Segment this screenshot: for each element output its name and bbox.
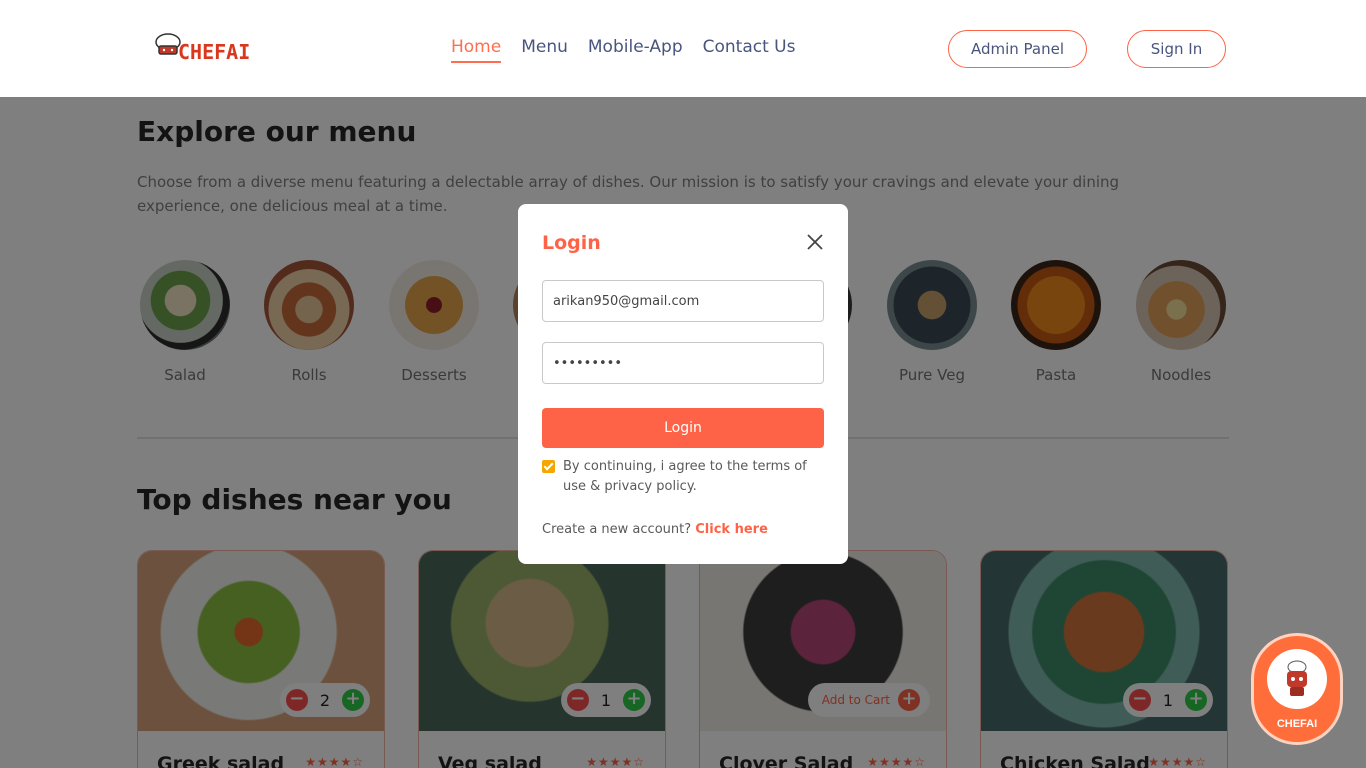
nav-mobile-app[interactable]: Mobile-App (588, 37, 683, 63)
sign-in-button[interactable]: Sign In (1127, 30, 1226, 68)
create-account-text: Create a new account? (542, 522, 692, 537)
login-button[interactable]: Login (542, 408, 824, 448)
chef-bot-icon (1267, 649, 1327, 709)
nav-home[interactable]: Home (451, 37, 502, 63)
login-modal: Login Login By continuing, i agree to th… (518, 204, 848, 564)
close-icon[interactable] (805, 232, 825, 252)
terms-text: By continuing, i agree to the terms of u… (563, 459, 807, 494)
terms-row: By continuing, i agree to the terms of u… (542, 457, 824, 497)
email-field[interactable] (542, 280, 824, 322)
logo-text: CHEFAI (178, 40, 251, 64)
main-nav: Home Menu Mobile-App Contact Us (451, 37, 796, 63)
nav-contact-us[interactable]: Contact Us (703, 37, 796, 63)
admin-panel-button[interactable]: Admin Panel (948, 30, 1087, 68)
nav-menu[interactable]: Menu (521, 37, 568, 63)
terms-checkbox[interactable] (542, 460, 555, 473)
create-account-link[interactable]: Click here (695, 522, 768, 537)
navbar: CHEFAI Home Menu Mobile-App Contact Us A… (0, 0, 1366, 97)
login-title: Login (542, 232, 601, 254)
chat-label: CHEFAI (1276, 718, 1318, 730)
password-field[interactable] (542, 342, 824, 384)
chefai-logo[interactable]: CHEFAI (150, 22, 270, 72)
chefai-chat-button[interactable]: CHEFAI (1251, 633, 1343, 745)
create-account-row: Create a new account? Click here (542, 522, 768, 537)
